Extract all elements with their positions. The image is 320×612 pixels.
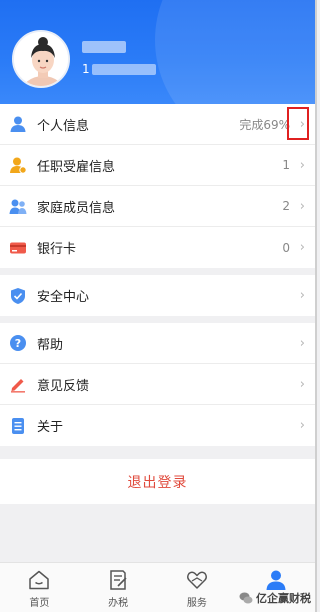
highlight-annotation	[287, 107, 309, 140]
chevron-right-icon: ›	[299, 376, 305, 392]
chevron-right-icon: ›	[299, 335, 305, 351]
row-about[interactable]: 关于 ›	[0, 405, 315, 446]
row-help[interactable]: ? 帮助 ›	[0, 323, 315, 364]
help-icon: ?	[9, 334, 27, 352]
bank-card-icon	[9, 239, 27, 257]
shield-icon	[9, 287, 27, 305]
misc-group: ? 帮助 › 意见反馈 › 关于 ›	[0, 323, 315, 446]
svg-text:?: ?	[15, 337, 21, 350]
person-icon	[9, 115, 27, 133]
tab-service[interactable]: 服务	[158, 563, 237, 612]
chevron-right-icon: ›	[299, 157, 305, 173]
family-icon	[9, 197, 27, 215]
row-family-info[interactable]: 家庭成员信息 2 ›	[0, 186, 315, 227]
pencil-icon	[9, 375, 27, 393]
watermark: 亿企赢财税	[239, 590, 311, 606]
wechat-logo-icon	[239, 591, 253, 605]
profile-header: 1	[0, 0, 315, 104]
row-feedback[interactable]: 意见反馈 ›	[0, 364, 315, 405]
security-group: 安全中心 ›	[0, 275, 315, 316]
profile-icon	[264, 568, 288, 592]
user-id-redacted	[91, 63, 156, 75]
service-heart-icon	[185, 568, 209, 592]
employee-badge-icon	[9, 156, 27, 174]
chevron-right-icon: ›	[299, 198, 305, 214]
user-id: 1	[82, 62, 156, 76]
row-security-center[interactable]: 安全中心 ›	[0, 275, 315, 316]
tab-home[interactable]: 首页	[0, 563, 79, 612]
tax-form-icon	[106, 568, 130, 592]
row-employment-info[interactable]: 任职受雇信息 1 ›	[0, 145, 315, 186]
chevron-right-icon: ›	[299, 240, 305, 255]
document-icon	[9, 417, 27, 435]
chevron-right-icon: ›	[299, 418, 305, 433]
tab-tax[interactable]: 办税	[79, 563, 158, 612]
user-name-redacted	[82, 41, 126, 53]
logout-button[interactable]: 退出登录	[0, 459, 315, 504]
row-personal-info[interactable]: 个人信息 完成69% ›	[0, 104, 315, 145]
chevron-right-icon: ›	[299, 288, 305, 303]
home-icon	[27, 568, 51, 592]
info-group: 个人信息 完成69% › 任职受雇信息 1 › 家庭成员信息 2 › 银行卡 0…	[0, 104, 315, 268]
avatar[interactable]	[12, 30, 70, 88]
logout-label: 退出登录	[127, 474, 188, 491]
row-bank-card[interactable]: 银行卡 0 ›	[0, 227, 315, 268]
